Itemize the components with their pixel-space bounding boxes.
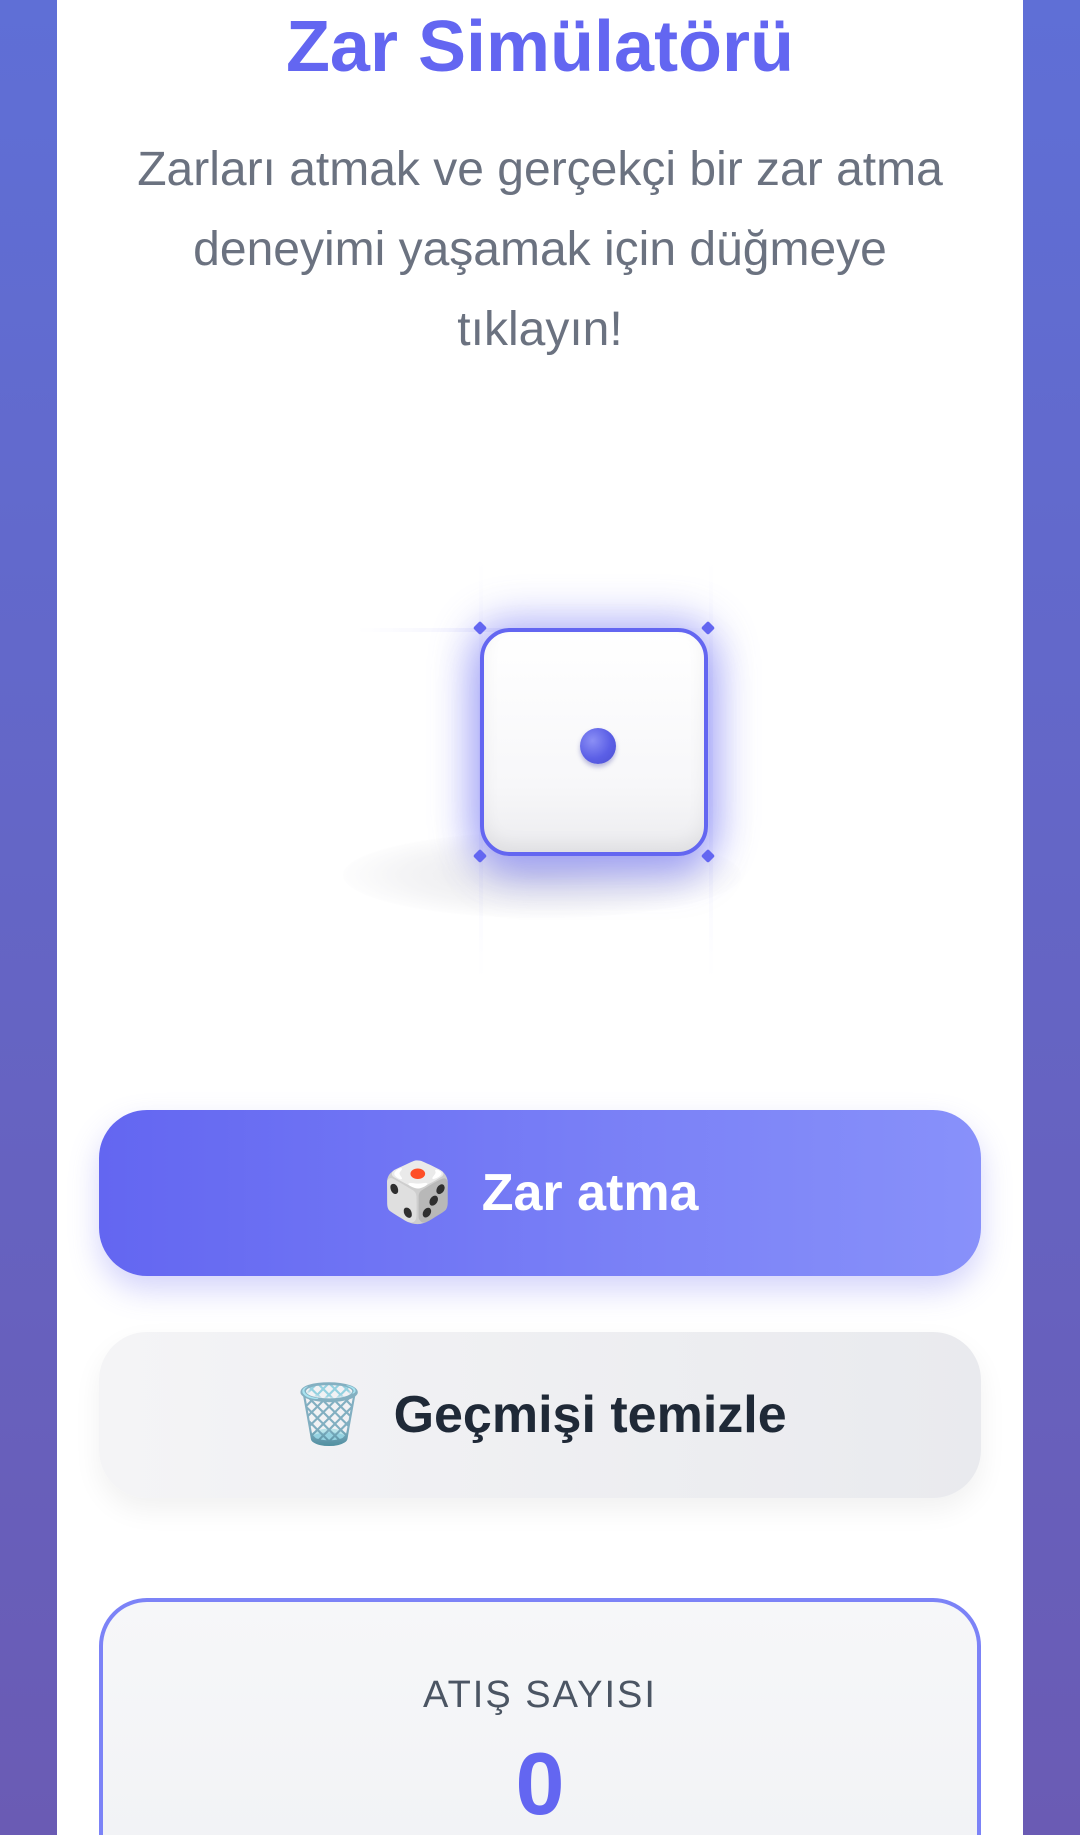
- dice-area: [337, 560, 743, 980]
- clear-history-button[interactable]: 🗑️ Geçmişi temizle: [99, 1332, 981, 1498]
- roll-count-panel: ATIŞ SAYISI 0: [99, 1598, 981, 1835]
- roll-count-label: ATIŞ SAYISI: [423, 1674, 657, 1716]
- page-description: Zarları atmak ve gerçekçi bir zar atma d…: [137, 143, 943, 356]
- page-title: Zar Simülatörü: [285, 7, 795, 87]
- dice[interactable]: [480, 628, 708, 856]
- dice-corner-marker: [472, 620, 488, 636]
- dice-icon: 🎲: [381, 1160, 454, 1225]
- trash-icon: 🗑️: [293, 1382, 366, 1447]
- clear-history-label: Geçmişi temizle: [393, 1386, 787, 1444]
- roll-dice-button[interactable]: 🎲 Zar atma: [99, 1110, 981, 1276]
- roll-dice-label: Zar atma: [481, 1164, 699, 1222]
- dice-pip: [580, 728, 616, 764]
- roll-count-value: 0: [515, 1734, 565, 1833]
- main-card: Zar Simülatörü Zarları atmak ve gerçekçi…: [57, 0, 1023, 1835]
